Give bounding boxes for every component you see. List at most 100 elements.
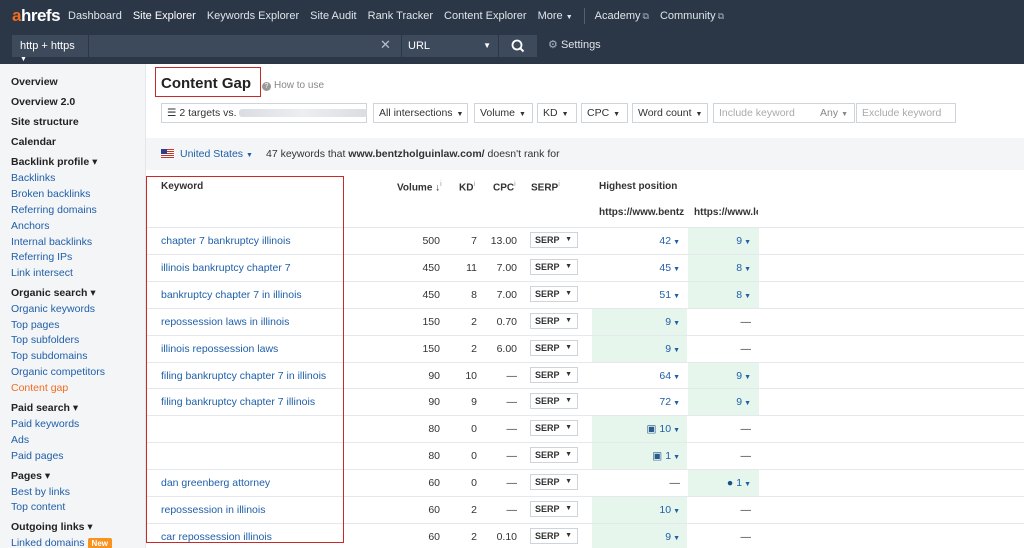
settings-button[interactable]: ⚙ Settings: [548, 38, 601, 51]
position-value-target-2[interactable]: ● 1 ▼: [690, 477, 751, 489]
position-value-target-2[interactable]: 8 ▼: [690, 262, 751, 274]
sidebar-item[interactable]: Paid keywords: [11, 418, 79, 430]
serp-button[interactable]: SERP ▼: [530, 447, 578, 464]
serp-label: SERP: [535, 342, 560, 353]
sidebar-item[interactable]: Top pages: [11, 319, 59, 331]
position-value-target-2[interactable]: 9 ▼: [690, 235, 751, 247]
kd-filter[interactable]: KD ▼: [537, 103, 577, 123]
nav-more[interactable]: More ▼: [538, 10, 573, 22]
external-link-icon: ⧉: [717, 10, 725, 21]
position-value-target-1[interactable]: 72 ▼: [600, 396, 680, 408]
position-value-target-1[interactable]: 9 ▼: [600, 531, 680, 543]
nav-dashboard[interactable]: Dashboard: [68, 10, 122, 22]
nav-academy[interactable]: Academy ⧉: [595, 10, 649, 22]
column-header-cpc[interactable]: CPCi: [493, 181, 516, 193]
chevron-down-icon: ▼: [20, 56, 27, 63]
position-value-target-1[interactable]: 45 ▼: [600, 262, 680, 274]
serp-button[interactable]: SERP ▼: [530, 285, 578, 302]
sidebar-item[interactable]: Calendar: [11, 136, 56, 148]
include-keyword-input[interactable]: Include keyword Any ▼: [713, 103, 855, 123]
sidebar-item[interactable]: Outgoing links ▾: [11, 521, 93, 533]
nav-site-explorer[interactable]: Site Explorer: [133, 10, 196, 22]
serp-button[interactable]: SERP ▼: [530, 501, 578, 517]
sidebar-item[interactable]: Top subdomains: [11, 350, 87, 362]
sidebar-item[interactable]: Paid pages: [11, 450, 64, 462]
sidebar-item[interactable]: Backlink profile ▾: [11, 156, 97, 168]
column-header-volume[interactable]: Volume ↓i: [397, 181, 442, 193]
serp-button[interactable]: SERP ▼: [530, 366, 578, 383]
position-value-target-1[interactable]: 51 ▼: [600, 289, 680, 301]
column-header-kd[interactable]: KDi: [459, 181, 475, 193]
nav-site-audit[interactable]: Site Audit: [310, 10, 356, 22]
volume-filter[interactable]: Volume ▼: [474, 103, 533, 123]
nav-keywords-explorer[interactable]: Keywords Explorer: [207, 10, 299, 22]
position-number: 8: [736, 261, 743, 274]
nav-content-explorer[interactable]: Content Explorer: [444, 10, 527, 22]
sidebar-item[interactable]: Top subfolders: [11, 334, 79, 346]
serp-button[interactable]: SERP ▼: [530, 527, 578, 544]
sidebar-item[interactable]: Organic competitors: [11, 366, 105, 378]
sidebar-item[interactable]: Organic search ▾: [11, 287, 96, 299]
sidebar-item[interactable]: Top content: [11, 501, 65, 513]
sidebar-item[interactable]: Site structure: [11, 116, 79, 128]
chevron-down-icon: ▼: [673, 373, 680, 381]
how-to-use-link[interactable]: ? How to use: [262, 80, 324, 91]
word-count-filter[interactable]: Word count ▼: [632, 103, 708, 123]
protocol-select[interactable]: http + https ▼: [12, 35, 88, 63]
sidebar-item[interactable]: Broken backlinks: [11, 188, 90, 200]
volume-value: 60: [428, 504, 440, 516]
position-number: 1: [736, 477, 743, 490]
position-value-target-1[interactable]: 42 ▼: [600, 235, 680, 247]
intersections-filter[interactable]: All intersections ▼: [373, 103, 468, 123]
sidebar-item[interactable]: Backlinks: [11, 172, 55, 184]
position-value-target-1[interactable]: ▣ 1 ▼: [600, 450, 680, 462]
exclude-keyword-input[interactable]: Exclude keyword: [856, 103, 956, 123]
serp-button[interactable]: SERP ▼: [530, 393, 578, 410]
sidebar-item[interactable]: Referring IPs: [11, 251, 72, 263]
sidebar-item[interactable]: Anchors: [11, 220, 50, 232]
position-number: 8: [736, 288, 743, 301]
nav-rank-tracker[interactable]: Rank Tracker: [368, 10, 433, 22]
position-value-target-1[interactable]: ▣ 10 ▼: [600, 423, 680, 435]
serp-button[interactable]: SERP ▼: [530, 420, 578, 437]
position-value-target-1[interactable]: 64 ▼: [600, 370, 680, 382]
chevron-down-icon: ▼: [565, 289, 572, 297]
kd-value: 7: [471, 235, 477, 247]
kd-value: 11: [466, 261, 477, 274]
clear-icon[interactable]: ✕: [380, 37, 391, 53]
sidebar-item[interactable]: Pages ▾: [11, 470, 50, 482]
sidebar-item[interactable]: Overview 2.0: [11, 96, 75, 108]
serp-button[interactable]: SERP ▼: [530, 232, 578, 248]
serp-button[interactable]: SERP ▼: [530, 339, 578, 356]
sidebar-item[interactable]: Internal backlinks: [11, 236, 92, 248]
serp-button[interactable]: SERP ▼: [530, 474, 578, 491]
sidebar-item[interactable]: Content gap: [11, 382, 68, 394]
sidebar-item[interactable]: Paid search ▾: [11, 402, 78, 414]
serp-label: SERP: [535, 396, 560, 407]
position-value-target-2[interactable]: 9 ▼: [690, 396, 751, 408]
position-number: —: [740, 315, 752, 328]
country-select[interactable]: United States ▼: [180, 148, 253, 160]
ahrefs-logo[interactable]: ahrefs: [12, 6, 68, 26]
position-value-target-1[interactable]: 9 ▼: [600, 316, 680, 328]
serp-button[interactable]: SERP ▼: [530, 312, 578, 329]
position-number: 9: [665, 315, 672, 328]
position-value-target-1[interactable]: 9 ▼: [600, 343, 680, 355]
sidebar-item[interactable]: Referring domains: [11, 204, 97, 216]
sidebar-item[interactable]: Best by links: [11, 486, 70, 498]
serp-button[interactable]: SERP ▼: [530, 258, 578, 275]
sidebar-item[interactable]: Overview: [11, 76, 58, 88]
position-value-target-2[interactable]: 8 ▼: [690, 289, 751, 301]
sidebar-item[interactable]: Linked domains New: [11, 537, 112, 548]
sidebar-item[interactable]: Organic keywords: [11, 303, 95, 315]
cpc-filter[interactable]: CPC ▼: [581, 103, 628, 123]
position-value-target-2[interactable]: 9 ▼: [690, 370, 751, 382]
targets-filter[interactable]: ☰ 2 targets vs.: [161, 103, 367, 123]
search-button[interactable]: [499, 35, 537, 57]
nav-community[interactable]: Community ⧉: [660, 10, 724, 22]
sidebar-item[interactable]: Ads: [11, 434, 29, 446]
sidebar-item[interactable]: Link intersect: [11, 267, 73, 279]
mode-select[interactable]: URL ▼: [402, 35, 498, 57]
position-value-target-1[interactable]: 10 ▼: [600, 504, 680, 516]
url-input[interactable]: [89, 35, 401, 57]
